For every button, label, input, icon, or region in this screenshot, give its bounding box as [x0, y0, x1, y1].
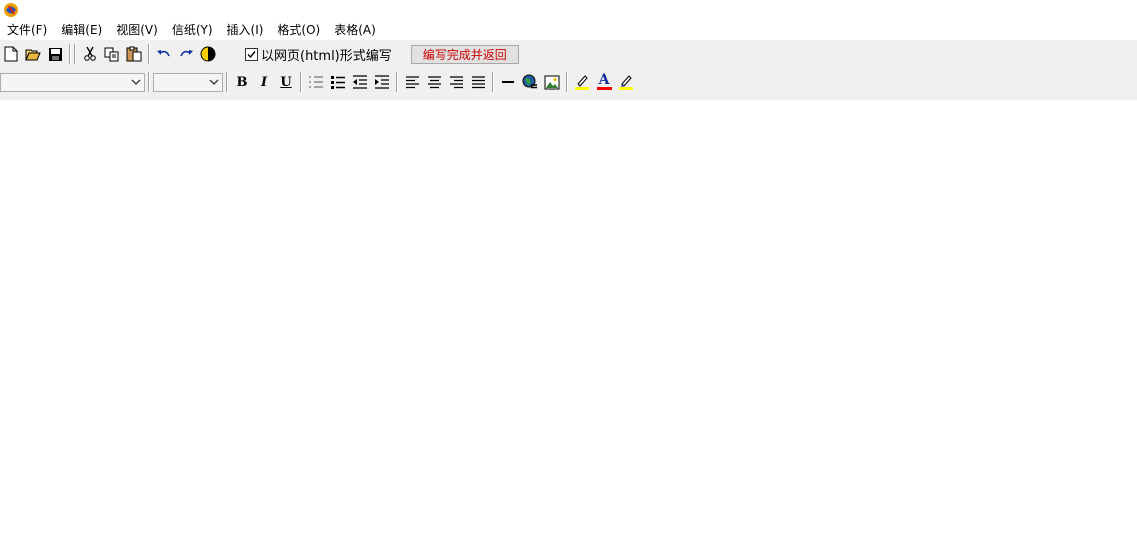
cut-button[interactable] [79, 43, 101, 65]
globe-link-icon [522, 74, 537, 89]
menu-insert[interactable]: 插入(I) [220, 21, 271, 40]
font-color-glyph: A [598, 72, 610, 88]
menu-table[interactable]: 表格(A) [327, 21, 383, 40]
highlighter-icon [575, 75, 589, 90]
chevron-down-icon [209, 79, 219, 85]
toolbar-separator [148, 72, 150, 92]
background-color-icon [619, 75, 633, 90]
insert-link-button[interactable] [519, 71, 541, 93]
horizontal-rule-icon [502, 81, 514, 83]
insert-image-button[interactable] [541, 71, 563, 93]
justify-button[interactable] [467, 71, 489, 93]
font-color-swatch [596, 87, 612, 90]
numbered-list-icon [309, 76, 323, 88]
toolbar-separator [396, 72, 398, 92]
align-center-button[interactable] [423, 71, 445, 93]
align-center-icon [427, 75, 441, 88]
undo-button[interactable] [153, 43, 175, 65]
new-file-button[interactable] [0, 43, 22, 65]
html-mode-checkbox[interactable] [245, 47, 258, 61]
menu-stationery[interactable]: 信纸(Y) [165, 21, 220, 40]
editor-area[interactable] [0, 100, 1137, 540]
align-left-icon [405, 75, 419, 88]
title-bar [0, 0, 1137, 20]
new-file-icon [4, 46, 18, 62]
open-folder-icon [25, 49, 41, 61]
horizontal-rule-button[interactable] [497, 71, 519, 93]
contrast-icon [200, 46, 216, 62]
font-family-select[interactable] [0, 72, 145, 92]
html-mode-label: 以网页(html)形式编写 [261, 48, 392, 64]
menu-file[interactable]: 文件(F) [0, 21, 54, 40]
align-right-icon [449, 75, 463, 88]
toolbar-separator [566, 72, 568, 92]
image-icon [544, 75, 560, 89]
finish-and-return-button[interactable]: 编写完成并返回 [410, 44, 519, 64]
redo-button[interactable] [175, 43, 197, 65]
toolbar-separator [69, 44, 71, 64]
toolbar-separator [148, 44, 150, 64]
copy-button[interactable] [101, 43, 123, 65]
save-disk-icon [48, 47, 62, 61]
toolbar-separator [226, 72, 228, 92]
outdent-button[interactable] [349, 71, 371, 93]
bullet-list-button[interactable] [327, 71, 349, 93]
format-toolbar: B I U A [0, 69, 637, 95]
save-button[interactable] [44, 43, 66, 65]
standard-toolbar: 以网页(html)形式编写 编写完成并返回 [0, 41, 519, 67]
menu-bar: 文件(F) 编辑(E) 视图(V) 信纸(Y) 插入(I) 格式(O) 表格(A… [0, 21, 1137, 40]
chevron-down-icon [131, 79, 141, 85]
menu-format[interactable]: 格式(O) [270, 21, 327, 40]
menu-edit[interactable]: 编辑(E) [54, 21, 109, 40]
checkmark-icon [247, 50, 256, 58]
toolbar-separator [492, 72, 494, 92]
bold-button[interactable]: B [231, 71, 253, 93]
toolbar-separator [74, 44, 76, 64]
align-right-button[interactable] [445, 71, 467, 93]
copy-icon [104, 47, 119, 61]
toolbar-separator [300, 72, 302, 92]
font-size-select[interactable] [153, 72, 223, 92]
contrast-button[interactable] [197, 43, 219, 65]
html-mode-option[interactable]: 以网页(html)形式编写 [245, 45, 392, 64]
background-color-button[interactable] [615, 71, 637, 93]
indent-icon [375, 75, 389, 89]
highlight-button[interactable] [571, 71, 593, 93]
toolbar-area: 以网页(html)形式编写 编写完成并返回 B I U A [0, 40, 1137, 100]
indent-button[interactable] [371, 71, 393, 93]
font-color-button[interactable]: A [593, 71, 615, 93]
outdent-icon [353, 75, 367, 89]
open-button[interactable] [22, 43, 44, 65]
italic-button[interactable]: I [253, 71, 275, 93]
align-left-button[interactable] [401, 71, 423, 93]
paste-button[interactable] [123, 43, 145, 65]
scissors-icon [84, 46, 96, 61]
undo-icon [157, 50, 170, 57]
bullet-list-icon [331, 76, 345, 89]
menu-view[interactable]: 视图(V) [109, 21, 165, 40]
underline-button[interactable]: U [275, 71, 297, 93]
numbered-list-button[interactable] [305, 71, 327, 93]
app-logo-icon [3, 2, 19, 18]
justify-icon [471, 75, 485, 88]
paste-icon [126, 46, 142, 62]
redo-icon [180, 50, 193, 57]
